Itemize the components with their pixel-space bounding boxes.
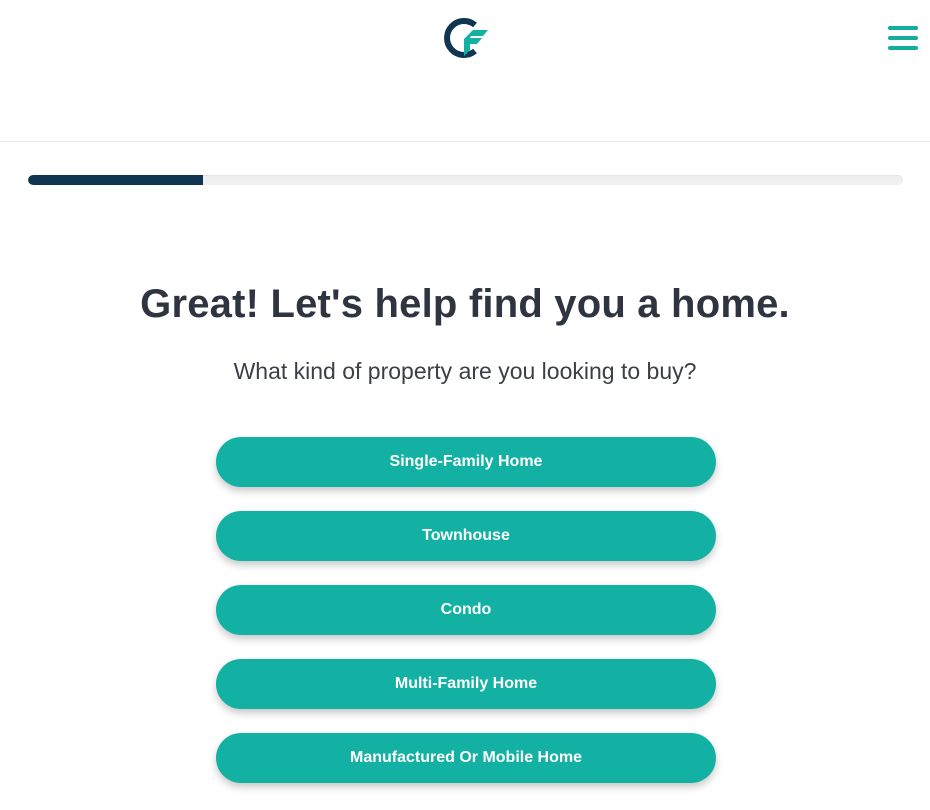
page-heading: Great! Let's help find you a home. bbox=[140, 282, 790, 326]
property-type-options: Single-Family Home Townhouse Condo Multi… bbox=[216, 437, 716, 807]
option-condo-button[interactable]: Condo bbox=[216, 585, 716, 635]
site-header bbox=[0, 0, 930, 142]
progress-bar-fill bbox=[28, 175, 203, 185]
option-multi-family-home-button[interactable]: Multi-Family Home bbox=[216, 659, 716, 709]
option-manufactured-or-mobile-home-button[interactable]: Manufactured Or Mobile Home bbox=[216, 733, 716, 783]
hamburger-menu-icon[interactable] bbox=[886, 24, 920, 52]
option-townhouse-button[interactable]: Townhouse bbox=[216, 511, 716, 561]
option-single-family-home-button[interactable]: Single-Family Home bbox=[216, 437, 716, 487]
menu-bar bbox=[888, 36, 918, 40]
menu-bar bbox=[888, 46, 918, 50]
question-text: What kind of property are you looking to… bbox=[233, 358, 697, 384]
cf-logo-icon[interactable] bbox=[442, 14, 490, 62]
menu-bar bbox=[888, 26, 918, 30]
progress-bar bbox=[28, 175, 903, 185]
